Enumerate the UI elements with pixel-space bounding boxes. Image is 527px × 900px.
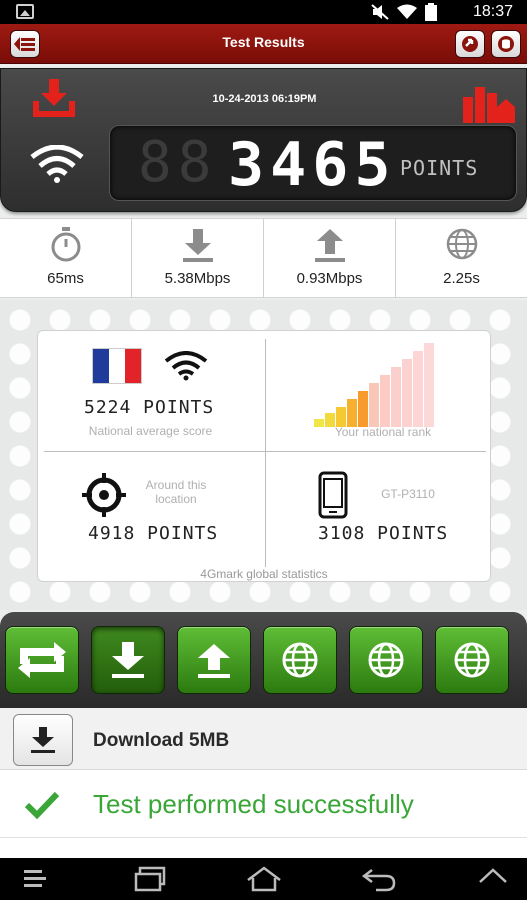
score-value: 3465: [228, 130, 397, 200]
globe-icon: [282, 642, 318, 678]
rank-bar: [424, 343, 434, 427]
back-icon[interactable]: [362, 866, 396, 892]
download-button[interactable]: [13, 714, 73, 766]
page-title: Test Results: [222, 34, 305, 50]
rank-bar: [358, 391, 368, 427]
location-label: Around this location: [145, 478, 207, 506]
global-stats-label: 4Gmark global statistics: [200, 567, 328, 581]
divider: [265, 339, 266, 567]
score-unit: POINTS: [400, 156, 479, 180]
crosshair-icon: [82, 473, 126, 517]
database-icon: [498, 36, 514, 52]
rank-bar: [402, 359, 412, 427]
status-bar: 18:37: [0, 0, 527, 24]
test-tabs: [0, 612, 527, 708]
france-flag-icon: [92, 348, 142, 384]
stats-card[interactable]: 5224 POINTS National average score Your …: [37, 330, 491, 582]
checkmark-icon: [24, 791, 60, 820]
tab-full-test[interactable]: [5, 626, 79, 694]
rank-bar: [413, 351, 423, 427]
status-icons: [371, 3, 437, 21]
download-arrow-icon: [182, 229, 213, 262]
tab-web-3[interactable]: [435, 626, 509, 694]
retest-button[interactable]: [455, 30, 485, 58]
rank-bar: [380, 375, 390, 427]
tab-download[interactable]: [91, 626, 165, 694]
score-ghost-digits: 88: [138, 130, 218, 195]
chevron-up-icon[interactable]: [478, 866, 508, 886]
home-icon[interactable]: [246, 866, 282, 892]
system-nav-bar: [0, 858, 527, 900]
result-list: Download 5MB Test performed successfully: [0, 708, 527, 858]
divider: [44, 451, 486, 452]
list-item-label: Download 5MB: [93, 730, 230, 751]
rank-label: Your national rank: [334, 425, 432, 439]
upload-value: 0.93Mbps: [296, 270, 363, 287]
tab-web-2[interactable]: [349, 626, 423, 694]
upload-arrow-icon: [314, 229, 345, 262]
rank-chart: [314, 343, 434, 427]
tab-upload[interactable]: [177, 626, 251, 694]
download-icon: [31, 727, 55, 753]
rank-bar: [369, 383, 379, 427]
gallery-notification-icon: [16, 4, 34, 19]
clock: 18:37: [472, 3, 513, 20]
wifi-status-icon: [397, 4, 417, 19]
national-score: 5224 POINTS: [84, 397, 215, 418]
upload-icon: [198, 644, 230, 678]
globe-icon: [454, 642, 490, 678]
stopwatch-icon: [51, 227, 80, 262]
score-display: 88 3465 POINTS: [109, 125, 517, 201]
latency-value: 65ms: [47, 270, 84, 287]
rank-bar: [391, 367, 401, 427]
test-date: 10-24-2013 06:19PM: [212, 93, 317, 105]
browsing-metric: 2.25s: [396, 219, 527, 297]
upload-metric: 0.93Mbps: [264, 219, 396, 297]
location-score: 4918 POINTS: [88, 523, 219, 544]
globe-icon: [368, 642, 404, 678]
repeat-icon: [18, 642, 66, 678]
device-score: 3108 POINTS: [318, 523, 449, 544]
recent-apps-icon[interactable]: [134, 866, 168, 892]
wifi-icon: [164, 351, 208, 381]
mute-icon: [371, 4, 389, 20]
list-item-status: Test performed successfully: [0, 772, 527, 838]
tab-web-1[interactable]: [263, 626, 337, 694]
history-button[interactable]: [491, 30, 521, 58]
globe-icon: [446, 228, 477, 260]
rank-bar: [336, 407, 346, 427]
wifi-icon: [30, 145, 84, 183]
app-header: Test Results: [0, 24, 527, 64]
phone-icon: [318, 471, 348, 519]
national-label: National average score: [88, 424, 213, 438]
status-message: Test performed successfully: [93, 789, 414, 819]
latency-metric: 65ms: [0, 219, 132, 297]
battery-icon: [425, 3, 437, 21]
menu-lines-icon[interactable]: [24, 866, 50, 890]
download-value: 5.38Mbps: [164, 270, 231, 287]
device-model: GT-P3110: [381, 487, 435, 501]
download-metric: 5.38Mbps: [132, 219, 264, 297]
list-item-download[interactable]: Download 5MB: [0, 708, 527, 770]
refresh-icon: [462, 36, 478, 52]
score-panel: 10-24-2013 06:19PM 88 3465 POINTS: [0, 68, 527, 212]
metrics-row: 65ms 5.38Mbps 0.93Mbps 2.25s: [0, 218, 527, 298]
rank-bar: [347, 399, 357, 427]
download-icon: [112, 642, 144, 678]
browsing-value: 2.25s: [443, 270, 480, 287]
city-icon: [463, 87, 515, 123]
